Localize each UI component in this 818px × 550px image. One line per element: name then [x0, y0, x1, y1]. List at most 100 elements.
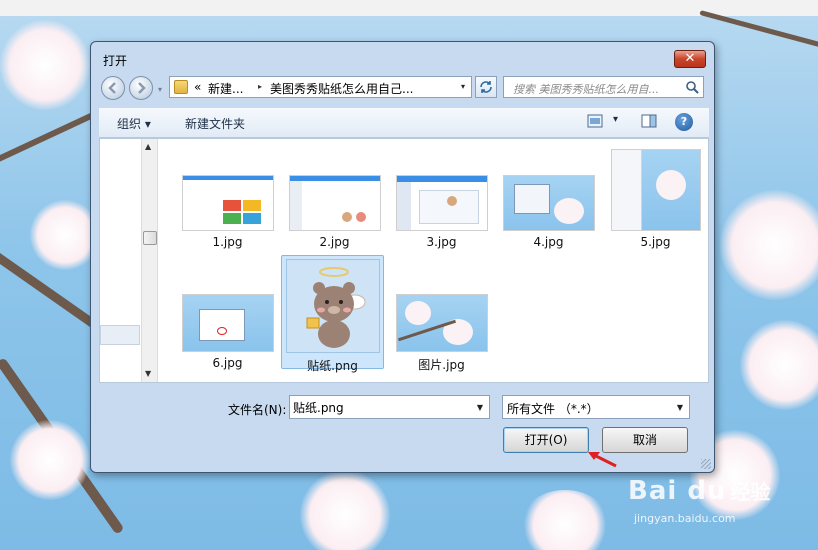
file-name: 2.jpg [319, 235, 350, 249]
thumb-block [242, 213, 261, 224]
thumb-blossom [553, 198, 584, 224]
breadcrumb-overflow[interactable]: « [194, 80, 201, 94]
filename-input[interactable] [293, 397, 468, 417]
file-type-value: 所有文件 （*.*） [507, 402, 599, 416]
top-strip [0, 0, 818, 16]
blossom [520, 490, 610, 550]
thumb-window [198, 309, 245, 341]
file-item[interactable]: 5.jpg [604, 149, 707, 249]
view-dropdown[interactable]: ▾ [613, 114, 618, 125]
blossom [0, 20, 90, 110]
file-thumbnail [288, 175, 381, 231]
scroll-down-arrow[interactable]: ▼ [145, 369, 151, 378]
file-item[interactable]: 6.jpg [176, 294, 279, 370]
blossom [300, 470, 390, 550]
chevron-down-icon[interactable]: ▼ [477, 403, 483, 412]
blossom [740, 320, 818, 410]
file-item-selected[interactable]: 贴纸.png [281, 255, 384, 373]
breadcrumb-item[interactable]: 美图秀秀贴纸怎么用自己... [270, 80, 413, 97]
bear-sticker-image [306, 267, 365, 348]
new-folder-button[interactable]: 新建文件夹 [185, 115, 245, 132]
file-thumbnail [610, 149, 701, 231]
navigation-pane-selection[interactable] [100, 325, 140, 345]
file-name: 1.jpg [212, 235, 243, 249]
file-thumbnail [395, 175, 488, 231]
address-dropdown[interactable]: ▾ [461, 82, 465, 91]
file-thumbnail [502, 175, 595, 231]
preview-pane-icon[interactable] [641, 114, 657, 128]
file-browser: ▲ ▼ 1.jpg 2.jpg 3.jpg 4.jpg 5.jpg 6.jpg … [99, 138, 709, 383]
watermark-logo: Bai du [628, 476, 727, 506]
navigation-pane[interactable] [100, 139, 142, 382]
magnifier-icon[interactable] [685, 80, 699, 94]
thumb-header [182, 176, 273, 180]
file-name: 贴纸.png [307, 359, 358, 373]
branch [0, 109, 101, 166]
search-input[interactable]: 搜索 美图秀秀贴纸怎么用自... [503, 76, 704, 98]
refresh-icon [480, 81, 492, 93]
file-name: 图片.jpg [418, 358, 465, 372]
file-thumbnail [395, 294, 488, 352]
thumb-block [242, 200, 261, 211]
chevron-down-icon[interactable]: ▼ [677, 403, 683, 412]
scroll-thumb[interactable] [143, 231, 157, 245]
file-name: 3.jpg [426, 235, 457, 249]
blossom [10, 420, 90, 500]
thumb-sidebar [611, 150, 642, 230]
thumb-blossom [404, 301, 431, 325]
thumb-sticker [446, 196, 457, 206]
thumb-panel [418, 190, 479, 224]
navigation-scrollbar[interactable]: ▲ ▼ [142, 139, 158, 382]
file-item[interactable]: 2.jpg [283, 175, 386, 249]
thumb-sidebar [289, 181, 302, 230]
help-icon: ? [680, 115, 688, 128]
watermark-url: jingyan.baidu.com [634, 512, 736, 525]
file-thumbnail [181, 175, 274, 231]
dialog-title: 打开 [103, 54, 128, 68]
recent-locations-dropdown[interactable]: ▾ [158, 85, 162, 94]
view-mode-icon[interactable] [587, 114, 603, 128]
breadcrumb-separator[interactable]: ▸ [258, 82, 262, 91]
annotation-arrow-icon [588, 452, 617, 468]
filename-label: 文件名(N): [228, 403, 287, 417]
baidu-jingyan-watermark: Bai du 经验 jingyan.baidu.com [628, 476, 770, 525]
close-button[interactable]: ✕ [674, 50, 706, 68]
thumb-header [289, 176, 380, 181]
scroll-up-arrow[interactable]: ▲ [145, 142, 151, 151]
file-item[interactable]: 图片.jpg [390, 294, 493, 373]
open-file-dialog: 打开 ✕ ▾ « 新建... ▸ 美图秀秀贴纸怎么用自己... ▾ 搜索 美图秀… [90, 41, 715, 473]
refresh-button[interactable] [475, 76, 497, 98]
blossom [720, 190, 818, 300]
file-thumbnail [285, 259, 380, 353]
organize-menu-button[interactable]: 组织 ▾ [117, 115, 151, 132]
filename-field[interactable]: ▼ [289, 395, 490, 419]
file-name: 5.jpg [640, 235, 671, 249]
resize-grip[interactable] [701, 459, 711, 469]
forward-arrow-icon [138, 82, 146, 94]
branch [699, 10, 818, 52]
folder-icon [174, 80, 188, 94]
file-item[interactable]: 4.jpg [497, 175, 600, 249]
file-item[interactable]: 3.jpg [390, 175, 493, 249]
thumb-sidebar [396, 182, 411, 230]
file-item[interactable]: 1.jpg [176, 175, 279, 249]
file-thumbnail [181, 294, 274, 352]
thumb-sticker [341, 212, 352, 222]
thumb-blossom [655, 170, 686, 200]
thumb-window [513, 184, 550, 214]
help-button[interactable]: ? [675, 113, 693, 131]
file-name: 6.jpg [212, 356, 243, 370]
thumb-highlight [216, 327, 227, 335]
file-type-select[interactable]: 所有文件 （*.*） ▼ [502, 395, 690, 419]
search-placeholder: 搜索 美图秀秀贴纸怎么用自... [513, 83, 659, 96]
back-arrow-icon [108, 82, 116, 94]
forward-button[interactable] [129, 76, 153, 100]
command-toolbar: 组织 ▾ 新建文件夹 ▾ ? [99, 108, 709, 138]
close-icon: ✕ [684, 51, 696, 66]
breadcrumb-item[interactable]: 新建... [208, 80, 243, 97]
open-button[interactable]: 打开(O) [503, 427, 589, 453]
back-button[interactable] [101, 76, 125, 100]
thumb-sticker [355, 212, 366, 222]
address-bar[interactable]: « 新建... ▸ 美图秀秀贴纸怎么用自己... ▾ [169, 76, 472, 98]
thumb-block [222, 200, 241, 211]
